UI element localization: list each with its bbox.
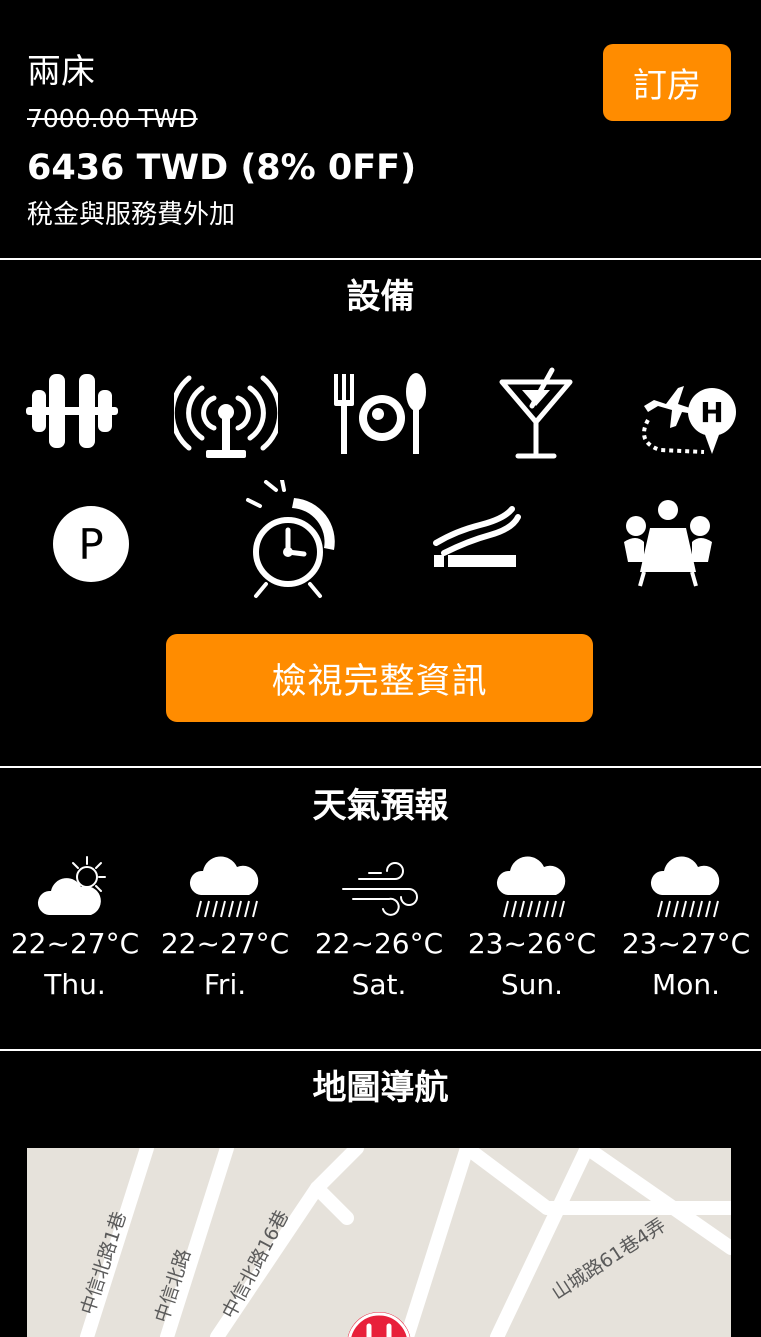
- view-full-info-button[interactable]: 檢視完整資訊: [166, 634, 593, 722]
- room-type-name: 兩床: [27, 52, 95, 92]
- divider: [0, 258, 761, 260]
- room-price-header: 兩床 7000.00 TWD 6436 TWD (8% 0FF) 稅金與服務費外…: [0, 0, 761, 258]
- svg-text:H: H: [700, 396, 723, 429]
- book-room-button[interactable]: 訂房: [603, 44, 731, 121]
- airport-shuttle-icon: H: [642, 386, 736, 454]
- divider: [0, 1049, 761, 1051]
- bar-icon: [499, 367, 573, 459]
- smoking-area-icon: [433, 506, 521, 567]
- forecast-day: 23~26°C Sun.: [457, 855, 607, 1003]
- map-pin-icon[interactable]: [339, 1308, 419, 1337]
- discount-price: 6436 TWD (8% 0FF): [27, 148, 417, 188]
- forecast-day-name: Thu.: [44, 968, 106, 1001]
- forecast-temp: 22~26°C: [314, 927, 444, 960]
- wifi-icon: [174, 375, 278, 458]
- rain-icon: [650, 856, 720, 918]
- forecast-temp: 22~27°C: [160, 927, 290, 960]
- map-title: 地圖導航: [312, 1068, 449, 1108]
- street-label: 山城路61巷4弄: [548, 1214, 670, 1304]
- divider: [0, 766, 761, 768]
- forecast-day: 22~27°C Fri.: [150, 855, 300, 1003]
- forecast-temp: 22~27°C: [10, 927, 140, 960]
- facilities-title: 設備: [346, 277, 415, 317]
- svg-text:P: P: [78, 520, 103, 569]
- original-price: 7000.00 TWD: [27, 104, 198, 133]
- forecast-temp: 23~26°C: [467, 927, 597, 960]
- tax-note: 稅金與服務費外加: [27, 200, 236, 230]
- forecast-day-name: Sun.: [500, 968, 564, 1001]
- weather-title: 天氣預報: [312, 786, 449, 826]
- partly-cloudy-icon: [37, 856, 106, 915]
- wind-icon: [342, 862, 418, 916]
- gym-icon: [26, 374, 118, 448]
- forecast-day: 22~26°C Sat.: [304, 855, 454, 1003]
- forecast-day-name: Mon.: [652, 968, 720, 1001]
- street-label: 中信北路16巷: [218, 1207, 293, 1323]
- meeting-room-icon: [624, 500, 712, 587]
- restaurant-icon: [334, 373, 426, 454]
- rain-icon: [189, 856, 259, 918]
- forecast-day-name: Fri.: [203, 968, 247, 1001]
- forecast-temp: 23~27°C: [621, 927, 751, 960]
- forecast-day: 22~27°C Thu.: [0, 855, 150, 1003]
- parking-icon: P: [53, 506, 129, 582]
- forecast-day: 23~27°C Mon.: [611, 855, 761, 1003]
- wake-up-call-icon: [246, 480, 335, 598]
- rain-icon: [496, 856, 566, 918]
- forecast-day-name: Sat.: [351, 968, 407, 1001]
- map-view[interactable]: 中信北路1巷 中信北路 中信北路16巷 山城路61巷4弄: [27, 1148, 731, 1337]
